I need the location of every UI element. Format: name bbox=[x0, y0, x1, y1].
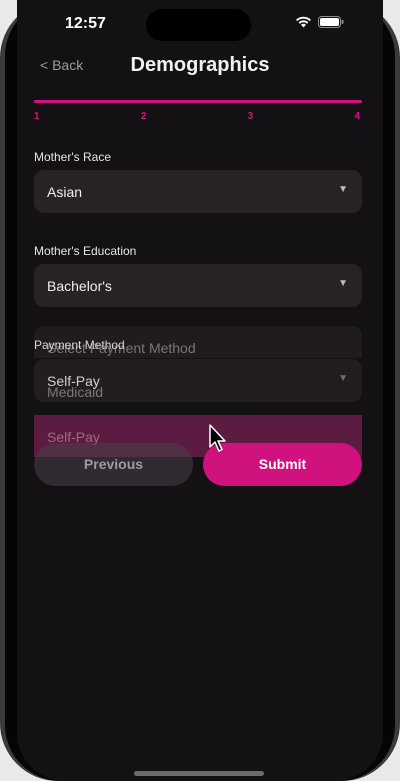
payment-method-value: Self-Pay bbox=[47, 373, 100, 389]
progress-fill bbox=[34, 100, 362, 103]
progress-bar bbox=[34, 100, 362, 103]
mothers-race-select[interactable]: Asian ▼ bbox=[34, 170, 362, 213]
chevron-down-icon: ▼ bbox=[338, 184, 348, 195]
status-time: 12:57 bbox=[65, 15, 106, 32]
battery-icon bbox=[318, 16, 344, 28]
dynamic-island bbox=[146, 9, 251, 41]
page-title: Demographics bbox=[130, 54, 270, 76]
wifi-icon bbox=[296, 16, 311, 28]
mothers-education-label: Mother's Education bbox=[34, 244, 137, 258]
step-indicators: 1 2 3 4 bbox=[34, 111, 360, 122]
mothers-race-label: Mother's Race bbox=[34, 150, 111, 164]
home-indicator[interactable] bbox=[134, 771, 264, 776]
step-label-1: 1 bbox=[34, 111, 40, 122]
step-label-4: 4 bbox=[354, 111, 360, 122]
step-label-2: 2 bbox=[140, 111, 147, 122]
step-label-3: 3 bbox=[247, 111, 254, 122]
previous-button[interactable]: Previous bbox=[34, 443, 193, 486]
chevron-down-icon: ▼ bbox=[338, 373, 348, 384]
payment-method-label: Payment Method bbox=[34, 338, 125, 352]
mouse-cursor-icon bbox=[209, 424, 226, 452]
mothers-education-value: Bachelor's bbox=[47, 278, 112, 294]
status-icons bbox=[295, 16, 345, 28]
mothers-education-select[interactable]: Bachelor's ▼ bbox=[34, 264, 362, 307]
mothers-race-value: Asian bbox=[47, 184, 83, 200]
chevron-down-icon: ▼ bbox=[338, 278, 348, 289]
